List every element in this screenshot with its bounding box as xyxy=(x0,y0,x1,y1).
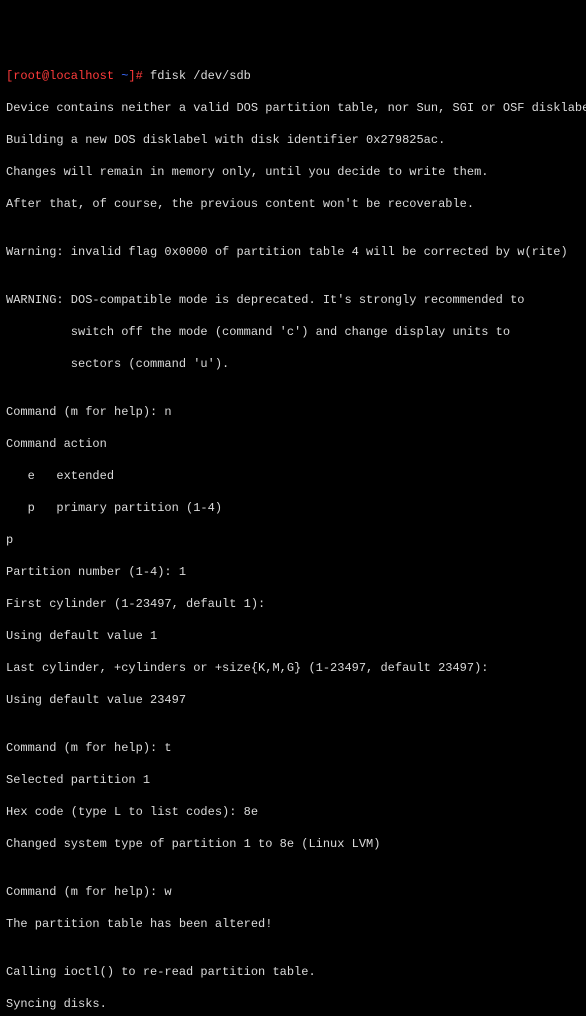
fdisk-prompt-line[interactable]: Command (m for help): t xyxy=(6,740,580,756)
output-line: Syncing disks. xyxy=(6,996,580,1012)
output-line: The partition table has been altered! xyxy=(6,916,580,932)
fdisk-prompt-line[interactable]: Partition number (1-4): 1 xyxy=(6,564,580,580)
prompt-tail: ]# xyxy=(128,69,150,83)
output-line: After that, of course, the previous cont… xyxy=(6,196,580,212)
fdisk-prompt-line[interactable]: Last cylinder, +cylinders or +size{K,M,G… xyxy=(6,660,580,676)
user-input-line[interactable]: p xyxy=(6,532,580,548)
shell-prompt-line[interactable]: [root@localhost ~]# fdisk /dev/sdb xyxy=(6,68,580,84)
command-input[interactable]: fdisk /dev/sdb xyxy=(150,69,251,83)
fdisk-prompt-line[interactable]: Hex code (type L to list codes): 8e xyxy=(6,804,580,820)
prompt-user-host: [root@localhost xyxy=(6,69,121,83)
fdisk-prompt-line[interactable]: Command (m for help): n xyxy=(6,404,580,420)
output-line: Selected partition 1 xyxy=(6,772,580,788)
output-line: switch off the mode (command 'c') and ch… xyxy=(6,324,580,340)
fdisk-prompt-line[interactable]: First cylinder (1-23497, default 1): xyxy=(6,596,580,612)
output-line: Warning: invalid flag 0x0000 of partitio… xyxy=(6,244,580,260)
output-line: Changed system type of partition 1 to 8e… xyxy=(6,836,580,852)
output-line: e extended xyxy=(6,468,580,484)
fdisk-prompt-line[interactable]: Command (m for help): w xyxy=(6,884,580,900)
output-line: Calling ioctl() to re-read partition tab… xyxy=(6,964,580,980)
output-line: Using default value 23497 xyxy=(6,692,580,708)
output-line: Using default value 1 xyxy=(6,628,580,644)
output-line: Building a new DOS disklabel with disk i… xyxy=(6,132,580,148)
output-line: Device contains neither a valid DOS part… xyxy=(6,100,580,116)
output-line: Command action xyxy=(6,436,580,452)
output-line: WARNING: DOS-compatible mode is deprecat… xyxy=(6,292,580,308)
output-line: Changes will remain in memory only, unti… xyxy=(6,164,580,180)
output-line: p primary partition (1-4) xyxy=(6,500,580,516)
output-line: sectors (command 'u'). xyxy=(6,356,580,372)
